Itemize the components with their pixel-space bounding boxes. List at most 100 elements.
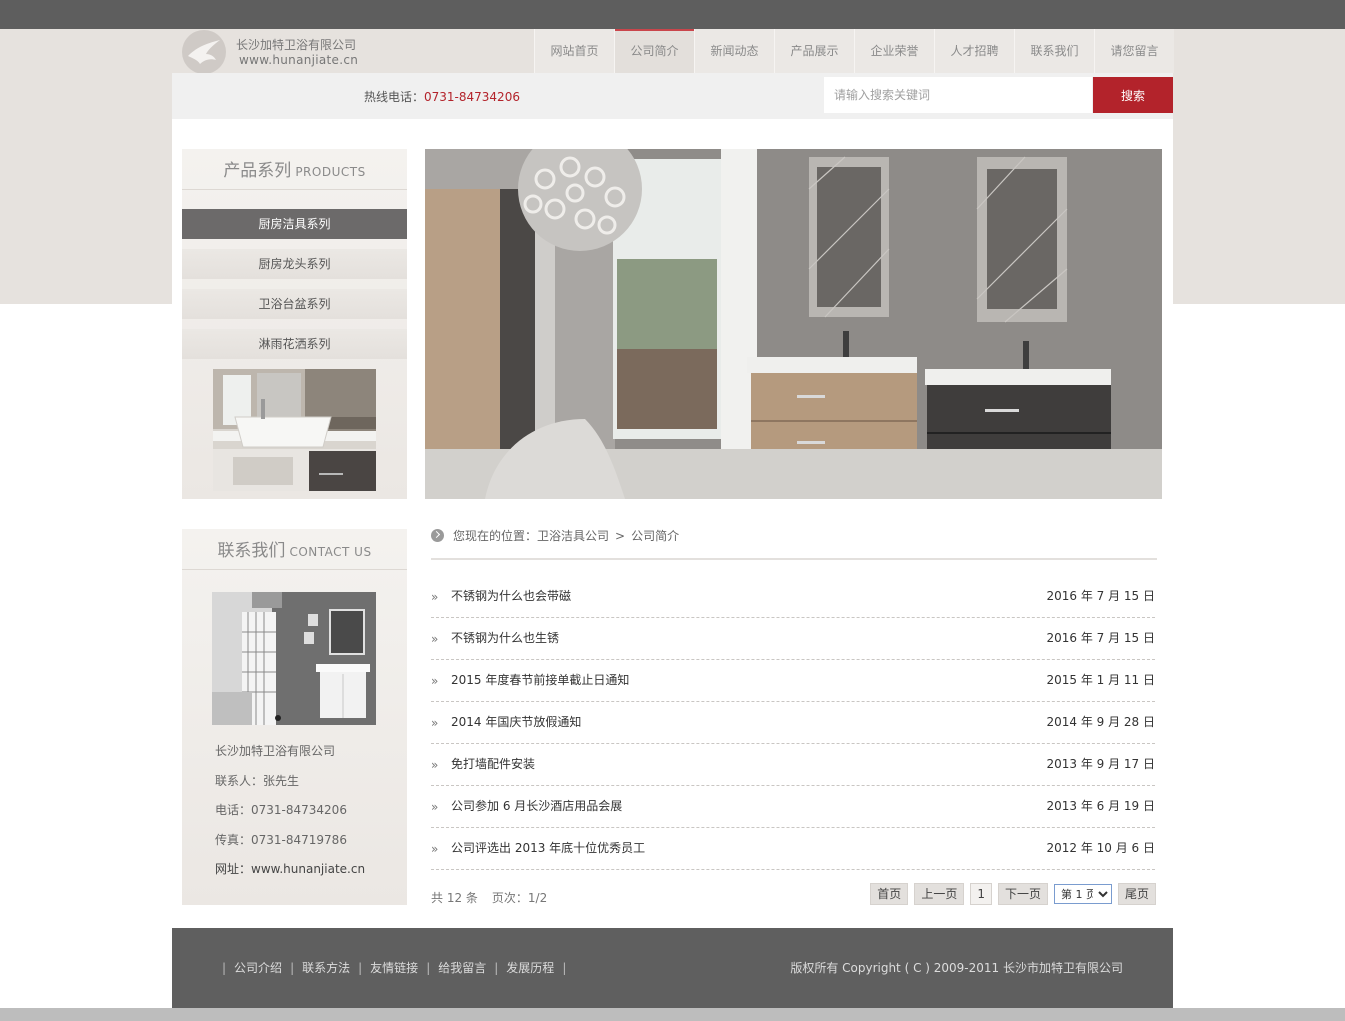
last-page-button[interactable]: 尾页 <box>1117 883 1156 905</box>
search-button[interactable]: 搜索 <box>1093 77 1173 113</box>
hotline-number: 0731-84734206 <box>424 90 520 104</box>
news-row[interactable]: » 2015 年度春节前接单截止日通知 2015 年 1 月 11 日 <box>431 661 1155 702</box>
main-nav: 网站首页 公司简介 新闻动态 产品展示 企业荣誉 人才招聘 联系我们 请您留言 <box>534 29 1174 73</box>
total-count: 共 12 条 <box>431 891 478 905</box>
product-thumbnail[interactable] <box>213 369 376 491</box>
prev-page-button[interactable]: 上一页 <box>914 883 965 905</box>
pagination-info: 共 12 条页次：1/2 <box>431 889 561 906</box>
double-chevron-icon: » <box>431 590 439 604</box>
eagle-logo-icon <box>182 30 226 74</box>
hotline-search-bar: 热线电话：0731-84734206 搜索 <box>172 73 1173 119</box>
footer-divider: | <box>222 961 227 975</box>
news-row[interactable]: » 不锈钢为什么也生锈 2016 年 7 月 15 日 <box>431 619 1155 660</box>
category-item-shower[interactable]: 淋雨花洒系列 <box>182 329 407 359</box>
contact-company: 长沙加特卫浴有限公司 <box>215 744 336 758</box>
nav-company-intro[interactable]: 公司简介 <box>614 29 694 73</box>
footer-divider: | <box>562 961 567 975</box>
contact-person: 联系人：张先生 <box>215 773 300 788</box>
contact-title-en: CONTACT US <box>289 545 372 559</box>
news-row[interactable]: » 免打墙配件安装 2013 年 9 月 17 日 <box>431 745 1155 786</box>
news-title[interactable]: 公司评选出 2013 年底十位优秀员工 <box>451 839 645 856</box>
contact-info: 长沙加特卫浴有限公司 联系人：张先生 电话：0731-84734206 传真：0… <box>215 741 365 889</box>
nav-contact[interactable]: 联系我们 <box>1014 29 1094 73</box>
news-date: 2015 年 1 月 11 日 <box>1046 673 1155 687</box>
nav-news[interactable]: 新闻动态 <box>694 29 774 73</box>
company-website: www.hunanjiate.cn <box>239 53 359 67</box>
news-title[interactable]: 不锈钢为什么也会带磁 <box>451 587 571 604</box>
news-row[interactable]: » 公司评选出 2013 年底十位优秀员工 2012 年 10 月 6 日 <box>431 829 1155 870</box>
news-title[interactable]: 2014 年国庆节放假通知 <box>451 713 581 730</box>
footer-link-friend-links[interactable]: 友情链接 <box>370 961 418 975</box>
footer-divider: | <box>290 961 295 975</box>
nav-products[interactable]: 产品展示 <box>774 29 854 73</box>
nav-message[interactable]: 请您留言 <box>1094 29 1174 73</box>
products-heading: 产品系列 PRODUCTS <box>182 149 407 190</box>
category-item-basin[interactable]: 卫浴台盆系列 <box>182 289 407 319</box>
news-date: 2016 年 7 月 15 日 <box>1046 631 1155 645</box>
category-item-kitchen-faucet[interactable]: 厨房龙头系列 <box>182 249 407 279</box>
breadcrumb-current: 公司简介 <box>631 529 680 543</box>
news-date: 2014 年 9 月 28 日 <box>1046 715 1155 729</box>
contact-heading: 联系我们 CONTACT US <box>182 529 407 570</box>
breadcrumb-text: 您现在的位置：卫浴洁具公司 > 公司简介 <box>453 527 679 544</box>
footer-link-company-intro[interactable]: 公司介绍 <box>234 961 282 975</box>
products-title-cn: 产品系列 <box>223 161 292 181</box>
double-chevron-icon: » <box>431 716 439 730</box>
company-name: 长沙加特卫浴有限公司 <box>236 38 357 52</box>
news-date: 2013 年 6 月 19 日 <box>1046 799 1155 813</box>
next-page-button[interactable]: 下一页 <box>997 883 1048 905</box>
double-chevron-icon: » <box>431 632 439 646</box>
page-number-1[interactable]: 1 <box>970 883 992 905</box>
double-chevron-icon: » <box>431 800 439 814</box>
top-bar <box>0 0 1345 29</box>
news-title[interactable]: 2015 年度春节前接单截止日通知 <box>451 671 629 688</box>
products-title-en: PRODUCTS <box>295 165 366 179</box>
nav-honors[interactable]: 企业荣誉 <box>854 29 934 73</box>
category-item-kitchen-sanitary[interactable]: 厨房洁具系列 <box>182 209 407 239</box>
breadcrumb: 您现在的位置：卫浴洁具公司 > 公司简介 <box>431 526 1157 560</box>
category-list: 厨房洁具系列 厨房龙头系列 卫浴台盆系列 淋雨花洒系列 <box>182 209 407 359</box>
footer-divider: | <box>426 961 431 975</box>
footer-divider: | <box>494 961 499 975</box>
footer-link-history[interactable]: 发展历程 <box>506 961 554 975</box>
footer-link-contact-method[interactable]: 联系方法 <box>302 961 350 975</box>
hotline: 热线电话：0731-84734206 <box>364 88 520 105</box>
breadcrumb-separator: > <box>615 529 626 543</box>
double-chevron-icon: » <box>431 674 439 688</box>
double-chevron-icon: » <box>431 758 439 772</box>
footer-divider: | <box>358 961 363 975</box>
double-chevron-icon: » <box>431 842 439 856</box>
pagination: 首页 上一页 1 下一页 第 1 页 尾页 <box>870 883 1156 905</box>
footer: | 公司介绍 | 联系方法 | 友情链接 | 给我留言 | 发展历程 | 版权所有 Copyrigh… <box>172 928 1173 1008</box>
page-counter: 页次：1/2 <box>491 891 548 905</box>
footer-link-leave-message[interactable]: 给我留言 <box>438 961 486 975</box>
first-page-button[interactable]: 首页 <box>870 883 909 905</box>
news-row[interactable]: » 公司参加 6 月长沙酒店用品会展 2013 年 6 月 19 日 <box>431 787 1155 828</box>
copyright: 版权所有 Copyright ( C ) 2009-2011 长沙市加特卫有限公… <box>790 961 1123 975</box>
products-panel: 产品系列 PRODUCTS 厨房洁具系列 厨房龙头系列 卫浴台盆系列 淋雨花洒系列 <box>182 149 407 499</box>
news-date: 2012 年 10 月 6 日 <box>1046 841 1155 855</box>
news-title[interactable]: 免打墙配件安装 <box>451 755 535 772</box>
footer-links: | 公司介绍 | 联系方法 | 友情链接 | 给我留言 | 发展历程 | <box>214 959 574 976</box>
news-title[interactable]: 公司参加 6 月长沙酒店用品会展 <box>451 797 622 814</box>
banner-image <box>425 149 1162 499</box>
contact-panel: 联系我们 CONTACT US 长沙加特卫浴有限公司 联系人：张先生 电话：07… <box>182 529 407 905</box>
contact-fax: 传真：0731-84719786 <box>215 832 347 847</box>
news-row[interactable]: » 2014 年国庆节放假通知 2014 年 9 月 28 日 <box>431 703 1155 744</box>
chevron-right-circle-icon <box>431 529 444 542</box>
contact-image <box>212 592 376 725</box>
logo[interactable]: 长沙加特卫浴有限公司 www.hunanjiate.cn <box>172 29 534 76</box>
news-list: » 不锈钢为什么也会带磁 2016 年 7 月 15 日 » 不锈钢为什么也生锈… <box>431 577 1155 871</box>
bottom-bar <box>0 1008 1345 1021</box>
news-date: 2016 年 7 月 15 日 <box>1046 589 1155 603</box>
news-date: 2013 年 9 月 17 日 <box>1046 757 1155 771</box>
page-select[interactable]: 第 1 页 <box>1053 884 1112 904</box>
contact-title-cn: 联系我们 <box>217 541 286 561</box>
search-input[interactable] <box>824 77 1092 113</box>
nav-recruitment[interactable]: 人才招聘 <box>934 29 1014 73</box>
news-row[interactable]: » 不锈钢为什么也会带磁 2016 年 7 月 15 日 <box>431 577 1155 618</box>
nav-home[interactable]: 网站首页 <box>534 29 614 73</box>
contact-website: 网址：www.hunanjiate.cn <box>215 862 366 876</box>
breadcrumb-prefix[interactable]: 您现在的位置：卫浴洁具公司 <box>453 529 609 543</box>
news-title[interactable]: 不锈钢为什么也生锈 <box>451 629 559 646</box>
